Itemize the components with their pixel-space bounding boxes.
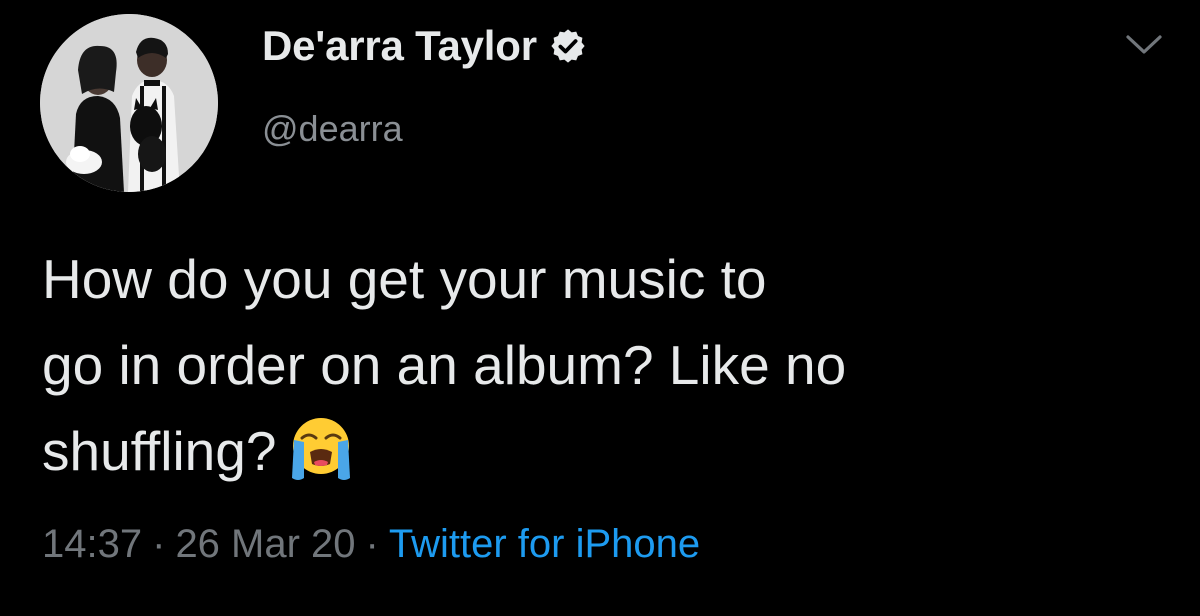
tweet-meta: 14:37 · 26 Mar 20 · Twitter for iPhone <box>42 522 700 567</box>
tweet-date[interactable]: 26 Mar 20 <box>175 522 355 566</box>
tweet-text: How do you get your music to go in order… <box>42 236 1152 494</box>
tweet-client-link[interactable]: Twitter for iPhone <box>389 522 700 566</box>
meta-separator: · <box>152 522 166 566</box>
tweet-text-line-last: shuffling? <box>42 408 1152 494</box>
avatar-image <box>40 14 218 192</box>
verified-badge-icon <box>551 29 585 63</box>
tweet-text-line: go in order on an album? Like no <box>42 334 847 396</box>
author-name-row: De'arra Taylor <box>262 20 587 72</box>
author-handle[interactable]: @dearra <box>262 108 403 150</box>
chevron-down-icon[interactable] <box>1124 32 1164 58</box>
tweet-time[interactable]: 14:37 <box>42 522 142 566</box>
author-display-name[interactable]: De'arra Taylor <box>262 22 537 70</box>
meta-separator: · <box>365 522 379 566</box>
loudly-crying-face-icon <box>292 418 351 480</box>
avatar[interactable] <box>40 14 218 192</box>
tweet-text-line: How do you get your music to <box>42 248 767 310</box>
tweet-text-line: shuffling? <box>42 420 277 482</box>
